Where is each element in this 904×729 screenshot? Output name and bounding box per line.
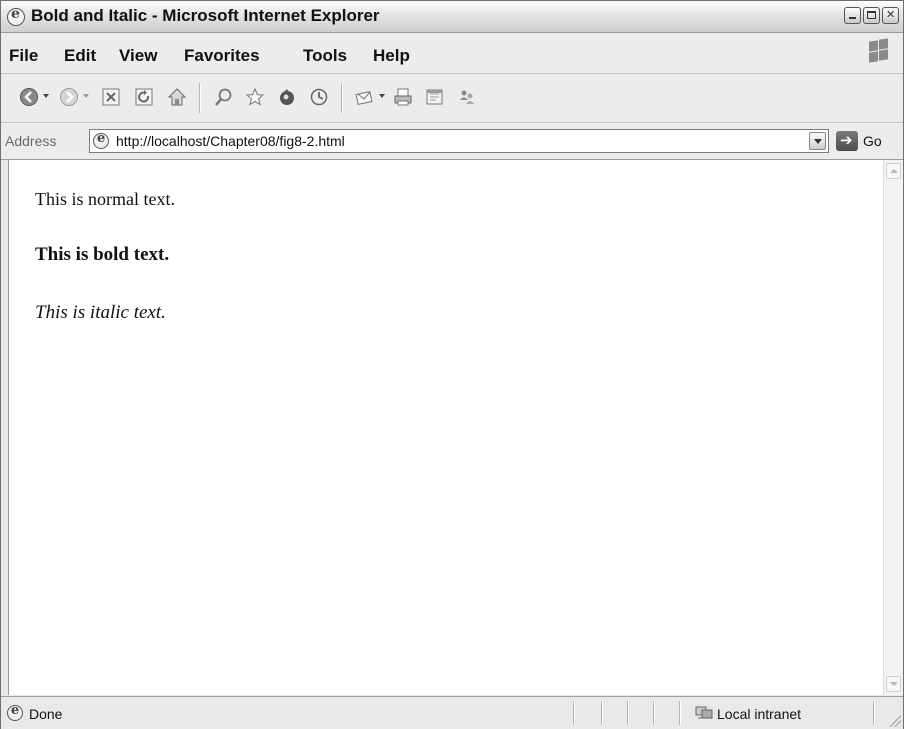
normal-text: This is normal text. — [35, 189, 175, 209]
mail-dropdown-icon[interactable] — [379, 94, 385, 98]
status-bar: Done Local intranet — [1, 696, 903, 729]
mail-icon[interactable] — [355, 87, 375, 107]
menu-bar: File Edit View Favorites Tools Help — [1, 33, 903, 74]
menu-tools[interactable]: Tools — [303, 46, 347, 66]
menu-edit[interactable]: Edit — [64, 46, 96, 66]
page-content: This is normal text. This is bold text. … — [8, 160, 883, 695]
go-button[interactable]: Go — [863, 133, 882, 149]
stop-icon[interactable] — [101, 87, 121, 107]
address-url[interactable]: http://localhost/Chapter08/fig8-2.html — [116, 133, 345, 149]
title-bar[interactable]: Bold and Italic - Microsoft Internet Exp… — [1, 1, 903, 33]
address-label: Address — [5, 133, 57, 149]
back-icon[interactable] — [19, 87, 39, 107]
close-button[interactable] — [882, 7, 899, 24]
menu-view[interactable]: View — [119, 46, 157, 66]
go-arrow-icon[interactable] — [836, 131, 858, 151]
back-dropdown-icon[interactable] — [43, 94, 49, 98]
security-zone-text: Local intranet — [717, 706, 802, 722]
windows-logo-icon — [867, 38, 889, 65]
scroll-up-button[interactable] — [886, 163, 901, 179]
vertical-scrollbar[interactable] — [883, 160, 903, 695]
search-icon[interactable] — [213, 87, 233, 107]
address-dropdown-button[interactable] — [809, 132, 826, 150]
messenger-icon[interactable] — [457, 87, 477, 107]
minimize-button[interactable] — [844, 7, 861, 24]
status-separator — [601, 701, 603, 725]
bold-text: This is bold text. — [35, 244, 170, 265]
browser-window: Bold and Italic - Microsoft Internet Exp… — [0, 0, 904, 729]
status-text: Done — [29, 706, 63, 722]
menu-favorites[interactable]: Favorites — [184, 46, 260, 66]
home-icon[interactable] — [167, 87, 187, 107]
ie-logo-icon — [7, 6, 25, 26]
toolbar-separator — [341, 83, 343, 113]
favorites-icon[interactable] — [245, 87, 265, 107]
print-icon[interactable] — [393, 87, 413, 107]
history-icon[interactable] — [309, 87, 329, 107]
menu-help[interactable]: Help — [373, 46, 410, 66]
status-separator — [653, 701, 655, 725]
media-icon[interactable] — [277, 87, 297, 107]
refresh-icon[interactable] — [134, 87, 154, 107]
italic-text: This is italic text. — [35, 302, 166, 323]
maximize-button[interactable] — [863, 7, 880, 24]
edit-icon[interactable] — [425, 87, 445, 107]
toolbar-separator — [199, 83, 201, 113]
menu-file[interactable]: File — [9, 46, 38, 66]
status-separator — [679, 701, 681, 725]
forward-icon[interactable] — [59, 87, 79, 107]
status-separator — [627, 701, 629, 725]
window-title: Bold and Italic - Microsoft Internet Exp… — [31, 6, 380, 25]
intranet-zone-icon — [695, 704, 713, 720]
status-separator — [873, 701, 875, 725]
address-input[interactable]: http://localhost/Chapter08/fig8-2.html — [89, 129, 829, 153]
page-icon — [93, 131, 109, 149]
status-separator — [573, 701, 575, 725]
resize-grip[interactable] — [889, 715, 901, 727]
standard-toolbar — [1, 74, 903, 123]
page-status-icon — [7, 703, 23, 721]
scroll-down-button[interactable] — [886, 676, 901, 692]
forward-dropdown-icon[interactable] — [83, 94, 89, 98]
window-controls — [844, 7, 899, 24]
address-bar: Address http://localhost/Chapter08/fig8-… — [1, 123, 903, 160]
